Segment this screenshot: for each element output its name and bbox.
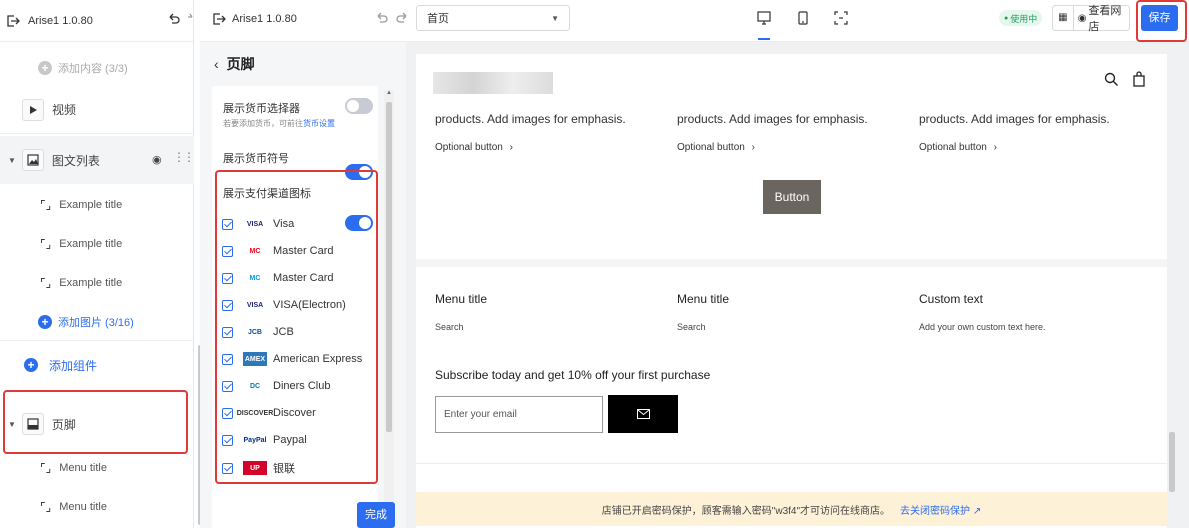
caret-down-icon: ▼ — [551, 13, 559, 23]
store-preview: products. Add images for emphasis. Option… — [406, 42, 1189, 528]
divider — [416, 463, 1167, 464]
footer-column-item[interactable]: Search — [435, 322, 464, 332]
list-item[interactable]: ⌜⌟ Menu title — [0, 457, 194, 479]
currency-selector-label: 展示货币选择器 — [223, 103, 300, 115]
preview-scrollbar[interactable] — [1169, 432, 1175, 492]
list-item[interactable]: ⌜⌟ Menu title — [0, 496, 194, 518]
feature-text: products. Add images for emphasis. — [677, 112, 868, 126]
active-device-indicator — [758, 38, 770, 40]
footer-column-title: Menu title — [435, 292, 488, 306]
block-icon: ⌜⌟ — [40, 198, 52, 212]
optional-button[interactable]: Optional button › — [919, 142, 997, 153]
add-icon: + — [24, 358, 38, 372]
highlight-box — [215, 170, 378, 484]
mobile-icon[interactable] — [797, 11, 809, 25]
app-name: Arise1 1.0.80 — [28, 14, 93, 27]
block-icon: ⌜⌟ — [40, 237, 52, 251]
add-icon: + — [38, 315, 52, 329]
section-video[interactable]: 视频 — [0, 86, 194, 134]
redo-icon[interactable] — [187, 13, 195, 27]
left-header: Arise1 1.0.80 — [0, 0, 193, 42]
optional-button[interactable]: Optional button › — [435, 142, 513, 153]
optional-button[interactable]: Optional button › — [677, 142, 755, 153]
eye-icon[interactable]: ◉ — [152, 153, 162, 166]
store-logo — [433, 72, 553, 94]
video-icon — [22, 98, 44, 121]
external-link-icon: ↗ — [972, 505, 982, 517]
feature-text: products. Add images for emphasis. — [919, 112, 1110, 126]
status-badge: ● 使用中 — [999, 10, 1043, 26]
footer-column-title: Custom text — [919, 292, 984, 306]
currency-settings-link[interactable]: 货币设置 — [303, 119, 335, 128]
subscribe-title: Subscribe today and get 10% off your fir… — [435, 368, 711, 382]
list-item[interactable]: ⌜⌟ Example title — [0, 194, 194, 216]
panel-title: 页脚 — [226, 56, 255, 72]
section-image-list[interactable]: ▼ 图文列表 ◉ ⋮⋮ — [0, 136, 195, 184]
settings-panel: ‹ 页脚 展示货币选择器 若要添加货币，可前往货币设置 展示货币符号 展示支付渠… — [200, 42, 406, 528]
footer-column-title: Menu title — [677, 292, 730, 306]
add-icon: + — [38, 61, 52, 75]
footer-column-item[interactable]: Search — [677, 322, 706, 332]
redo-icon[interactable] — [395, 12, 409, 26]
highlight-box — [1136, 0, 1187, 42]
email-input[interactable]: Enter your email — [435, 396, 603, 433]
left-sidebar: Arise1 1.0.80 + 添加内容 (3/3) 视频 ▼ 图文列表 ◉ ⋮… — [0, 0, 202, 528]
footer-column-item: Add your own custom text here. — [919, 322, 1046, 332]
add-component-button[interactable]: + 添加组件 — [0, 354, 194, 376]
desktop-icon[interactable] — [757, 11, 771, 25]
panel-header: ‹ 页脚 — [200, 42, 406, 86]
list-item[interactable]: ⌜⌟ Example title — [0, 233, 194, 255]
block-icon: ⌜⌟ — [40, 276, 52, 290]
subscribe-button[interactable] — [608, 395, 678, 433]
page-select[interactable]: 首页 ▼ — [416, 5, 570, 31]
preview-button[interactable]: Button — [763, 180, 821, 214]
feature-text: products. Add images for emphasis. — [435, 112, 626, 126]
chevron-right-icon: › — [506, 142, 513, 153]
image-icon — [21, 149, 44, 171]
add-content-row[interactable]: + 添加内容 (3/3) — [0, 58, 194, 78]
currency-symbol-label: 展示货币符号 — [223, 153, 289, 165]
list-item[interactable]: ⌜⌟ Example title — [0, 272, 194, 294]
eye-icon: ◉ — [1077, 12, 1087, 24]
currency-hint: 若要添加货币，可前往货币设置 — [223, 119, 335, 128]
view-store-group: ▦ ◉ 查看网店 — [1052, 2, 1130, 34]
chevron-right-icon: › — [748, 142, 755, 153]
exit-icon[interactable] — [212, 12, 226, 26]
done-button[interactable]: 完成 — [357, 502, 395, 528]
undo-icon[interactable] — [167, 13, 181, 27]
fullscreen-icon[interactable] — [834, 11, 848, 25]
divider — [416, 259, 1167, 267]
block-icon: ⌜⌟ — [40, 461, 52, 475]
cart-icon[interactable] — [1132, 71, 1146, 87]
drag-handle-icon[interactable]: ⋮⋮ — [173, 150, 195, 164]
app-name: Arise1 1.0.80 — [232, 13, 297, 25]
view-store-button[interactable]: ◉ 查看网店 — [1074, 2, 1129, 34]
scroll-up-icon[interactable]: ▲ — [386, 90, 392, 96]
block-icon: ⌜⌟ — [40, 500, 52, 514]
chevron-right-icon: › — [990, 142, 997, 153]
mail-icon — [636, 409, 650, 419]
password-notice-bar: 店铺已开启密码保护，顾客需输入密码"w3f4"才可访问在线商店。 去关闭密码保护… — [416, 492, 1167, 526]
preview-page: products. Add images for emphasis. Option… — [416, 54, 1167, 528]
panel-scrollbar[interactable] — [386, 102, 392, 432]
disable-password-link[interactable]: 去关闭密码保护 ↗ — [900, 502, 981, 517]
exit-icon[interactable] — [6, 14, 20, 28]
currency-selector-toggle[interactable] — [345, 98, 373, 114]
add-image-button[interactable]: + 添加图片 (3/16) — [0, 311, 194, 333]
search-icon[interactable] — [1104, 72, 1119, 87]
highlight-box — [3, 390, 188, 454]
back-icon[interactable]: ‹ — [214, 56, 219, 72]
qr-code-icon[interactable]: ▦ — [1053, 6, 1074, 30]
caret-down-icon[interactable]: ▼ — [8, 156, 16, 165]
top-toolbar: Arise1 1.0.80 首页 ▼ ● 使用中 ▦ ◉ 查看网店 保存 — [200, 0, 1189, 42]
undo-icon[interactable] — [375, 12, 389, 26]
